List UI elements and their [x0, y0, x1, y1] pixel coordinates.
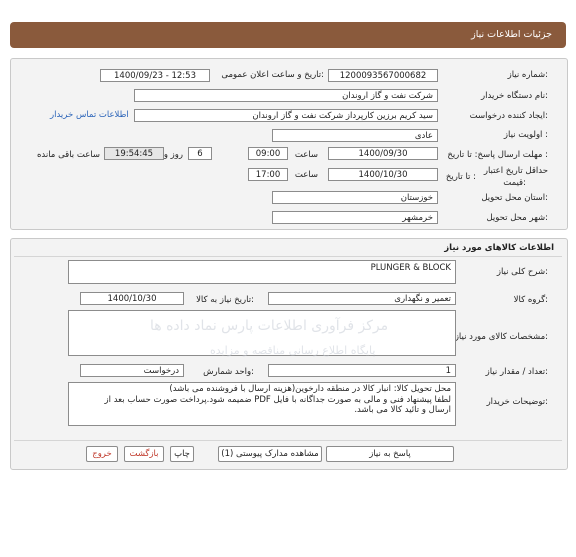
back-button[interactable]: بازگشت — [124, 446, 164, 462]
city-label: شهر محل تحویل: — [486, 213, 548, 223]
notes-line-3: ارسال و تائید کالا می باشد. — [354, 405, 451, 415]
buyer-contact-link[interactable]: اطلاعات تماس خریدار — [50, 110, 129, 120]
validity-label-2: قیمت: — [503, 178, 526, 188]
specs-label: مشخصات کالای مورد نیاز: — [454, 332, 548, 342]
days-label: روز و — [163, 150, 183, 160]
validity-time-field: 17:00 — [248, 168, 288, 181]
validity-label-1: حداقل تاریخ اعتبار — [483, 166, 548, 176]
page-header: جزئیات اطلاعات نیاز — [10, 22, 566, 48]
need-number-label: شماره نیاز: — [507, 70, 548, 80]
notes-label: توضیحات خریدار: — [486, 397, 548, 407]
summary-field: PLUNGER & BLOCK — [68, 260, 456, 284]
notes-field: محل تحویل کالا: انبار کالا در منطقه دارخ… — [68, 382, 456, 426]
priority-label: اولویت نیاز : — [503, 130, 548, 140]
notes-line-1: محل تحویل کالا: انبار کالا در منطقه دارخ… — [169, 384, 451, 394]
reply-button[interactable]: پاسخ به نیاز — [326, 446, 454, 462]
validity-time-label: ساعت — [294, 170, 318, 180]
creator-label: ایجاد کننده درخواست: — [469, 111, 548, 121]
validity-to-label: تا تاریخ : — [445, 172, 476, 182]
city-field: خرمشهر — [272, 211, 438, 224]
announce-label: تاریخ و ساعت اعلان عمومی: — [221, 70, 324, 80]
unit-field: درخواست — [80, 364, 184, 377]
province-field: خوزستان — [272, 191, 438, 204]
deadline-time-field: 09:00 — [248, 147, 288, 160]
print-button[interactable]: چاپ — [170, 446, 194, 462]
deadline-time-label: ساعت — [294, 150, 318, 160]
creator-field: سید کریم برزین کارپرداز شرکت نفت و گاز ا… — [134, 109, 438, 122]
buyer-org-field: شرکت نفت و گاز اروندان — [134, 89, 438, 102]
validity-date-field: 1400/10/30 — [328, 168, 438, 181]
deadline-date-field: 1400/09/30 — [328, 147, 438, 160]
priority-field: عادی — [272, 129, 438, 142]
announce-datetime-field: 1400/09/23 - 12:53 — [100, 69, 210, 82]
page-title: جزئیات اطلاعات نیاز — [471, 29, 552, 40]
need-date-field: 1400/10/30 — [80, 292, 184, 305]
need-info-panel — [10, 58, 568, 230]
summary-label: شرح کلی نیاز: — [496, 267, 548, 277]
need-date-label: تاریخ نیاز به کالا: — [196, 295, 254, 305]
watermark-line-1: مرکز فرآوری اطلاعات پارس نماد داده ها — [150, 318, 389, 334]
days-field: 6 — [188, 147, 212, 160]
goods-title-divider — [14, 256, 562, 257]
remaining-label: ساعت باقی مانده — [36, 150, 100, 160]
buyer-org-label: نام دستگاه خریدار: — [481, 91, 548, 101]
deadline-label: مهلت ارسال پاسخ: تا تاریخ : — [447, 150, 548, 160]
group-field: تعمیر و نگهداری — [268, 292, 456, 305]
remaining-time-field: 19:54:45 — [104, 147, 164, 160]
buttons-divider — [14, 440, 562, 441]
view-attachments-button[interactable]: مشاهده مدارک پیوستی (1) — [218, 446, 322, 462]
exit-button[interactable]: خروج — [86, 446, 118, 462]
unit-label: واحد شمارش: — [203, 367, 254, 377]
province-label: استان محل تحویل: — [481, 193, 548, 203]
watermark-line-2: پایگاه اطلاع رسانی مناقصه و مزایده — [210, 344, 376, 357]
qty-label: تعداد / مقدار نیاز: — [485, 367, 548, 377]
goods-section-title: اطلاعات کالاهای مورد نیاز — [444, 243, 554, 253]
group-label: گروه کالا: — [513, 295, 548, 305]
qty-field: 1 — [268, 364, 456, 377]
need-number-field: 1200093567000682 — [328, 69, 438, 82]
notes-line-2: لطفا پیشنهاد فنی و مالی به صورت جداگانه … — [104, 394, 451, 405]
